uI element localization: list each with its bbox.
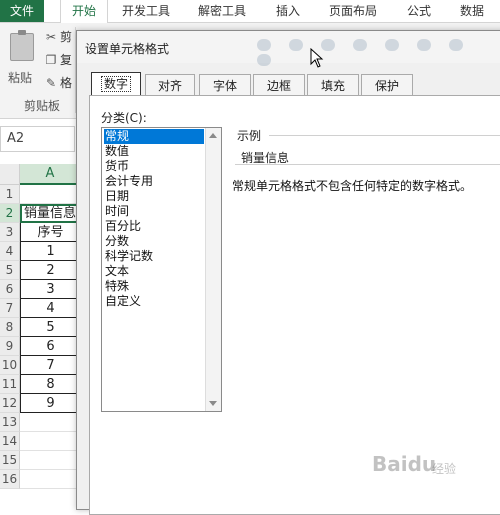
- cut-button[interactable]: ✂ 剪: [44, 28, 72, 46]
- paste-button[interactable]: 粘贴: [4, 29, 38, 97]
- cell-a3[interactable]: 序号: [20, 223, 80, 242]
- tab-font[interactable]: 字体: [199, 74, 251, 96]
- tab-protection[interactable]: 保护: [361, 74, 413, 96]
- category-item[interactable]: 百分比: [104, 219, 142, 234]
- cut-label: 剪: [60, 30, 73, 44]
- row-header[interactable]: 3: [0, 223, 20, 242]
- category-item[interactable]: 日期: [104, 189, 130, 204]
- row-header[interactable]: 7: [0, 299, 20, 318]
- paste-label: 粘贴: [8, 71, 33, 85]
- category-item[interactable]: 分数: [104, 234, 130, 249]
- format-cells-dialog: 设置单元格格式 数字 对齐 字体 边框 填充 保护 分类(C): 常规 数值 货…: [76, 30, 500, 515]
- category-label: 分类(C):: [101, 111, 147, 125]
- sheet-grid: A 1 2 3 4 5 6 7 8 9 10 11 12 13 14 15 16…: [0, 164, 80, 500]
- name-box[interactable]: A2: [0, 126, 75, 152]
- tab-number-label: 数字: [100, 76, 132, 92]
- row-header[interactable]: 5: [0, 261, 20, 280]
- cell-a8[interactable]: 5: [20, 318, 80, 337]
- cell-a5[interactable]: 2: [20, 261, 80, 280]
- cell-a9[interactable]: 6: [20, 337, 80, 356]
- column-header-a[interactable]: A: [20, 164, 80, 185]
- row-header[interactable]: 13: [0, 413, 20, 432]
- scroll-down-arrow-icon[interactable]: [209, 401, 217, 406]
- category-item[interactable]: 数值: [104, 144, 130, 159]
- tab-number[interactable]: 数字: [91, 72, 141, 97]
- row-header[interactable]: 11: [0, 375, 20, 394]
- category-listbox[interactable]: 常规 数值 货币 会计专用 日期 时间 百分比 分数 科学记数 文本 特殊 自定…: [101, 127, 222, 412]
- tab-page-layout[interactable]: 页面布局: [320, 0, 386, 22]
- scissors-icon: ✂: [45, 30, 57, 44]
- dialog-title-bar[interactable]: 设置单元格格式: [77, 31, 500, 66]
- name-box-value: A2: [7, 131, 25, 146]
- category-item[interactable]: 文本: [104, 264, 130, 279]
- row-header[interactable]: 6: [0, 280, 20, 299]
- tab-formulas[interactable]: 公式: [398, 0, 440, 22]
- brush-icon: ✎: [45, 76, 57, 90]
- row-header[interactable]: 14: [0, 432, 20, 451]
- cell-a13[interactable]: [20, 413, 80, 432]
- category-item[interactable]: 科学记数: [104, 249, 154, 264]
- format-description: 常规单元格格式不包含任何特定的数字格式。: [232, 179, 473, 193]
- category-item[interactable]: 货币: [104, 159, 130, 174]
- cell-a16[interactable]: [20, 470, 80, 489]
- cell-a10[interactable]: 7: [20, 356, 80, 375]
- cell-a7[interactable]: 4: [20, 299, 80, 318]
- copy-icon: ❐: [45, 53, 57, 67]
- row-header[interactable]: 2: [0, 204, 20, 223]
- mouse-cursor-icon: [310, 48, 324, 68]
- row-header[interactable]: 15: [0, 451, 20, 470]
- tab-insert[interactable]: 插入: [268, 0, 308, 22]
- tab-fill[interactable]: 填充: [307, 74, 359, 96]
- category-scrollbar[interactable]: [205, 128, 221, 411]
- tab-border[interactable]: 边框: [253, 74, 305, 96]
- category-item[interactable]: 时间: [104, 204, 130, 219]
- tab-decrypt[interactable]: 解密工具: [190, 0, 254, 22]
- sample-label: 示例: [237, 129, 262, 143]
- copy-button[interactable]: ❐ 复: [44, 51, 72, 69]
- row-header[interactable]: 12: [0, 394, 20, 413]
- baidu-watermark-sub: 经验: [432, 462, 457, 476]
- tab-home[interactable]: 开始: [60, 0, 108, 23]
- row-header[interactable]: 9: [0, 337, 20, 356]
- category-item-general[interactable]: 常规: [104, 129, 204, 144]
- category-item[interactable]: 会计专用: [104, 174, 154, 189]
- ribbon-tab-bar: 文件 开始 开发工具 解密工具 插入 页面布局 公式 数据: [0, 0, 500, 23]
- category-item[interactable]: 自定义: [104, 294, 142, 309]
- cell-a6[interactable]: 3: [20, 280, 80, 299]
- tab-file[interactable]: 文件: [0, 0, 44, 22]
- category-item[interactable]: 特殊: [104, 279, 130, 294]
- cell-a4[interactable]: 1: [20, 242, 80, 261]
- row-header[interactable]: 8: [0, 318, 20, 337]
- format-painter-button[interactable]: ✎ 格: [44, 74, 72, 92]
- clipboard-group-label: 剪贴板: [24, 99, 61, 113]
- cell-a1[interactable]: [20, 185, 80, 204]
- select-all-corner[interactable]: [0, 164, 20, 185]
- tab-developer[interactable]: 开发工具: [114, 0, 178, 22]
- cell-a15[interactable]: [20, 451, 80, 470]
- sample-divider: [269, 135, 500, 136]
- copy-label: 复: [60, 53, 73, 67]
- row-header[interactable]: 16: [0, 470, 20, 489]
- baidu-watermark: Baidu: [372, 452, 437, 476]
- row-header[interactable]: 10: [0, 356, 20, 375]
- row-header[interactable]: 1: [0, 185, 20, 204]
- format-painter-label: 格: [60, 76, 73, 90]
- cell-a11[interactable]: 8: [20, 375, 80, 394]
- cell-a2[interactable]: 销量信息: [20, 204, 80, 223]
- tab-data[interactable]: 数据: [452, 0, 492, 22]
- scroll-up-arrow-icon[interactable]: [209, 133, 217, 138]
- clipboard-icon: [10, 30, 34, 61]
- tab-alignment[interactable]: 对齐: [145, 74, 195, 96]
- dialog-title: 设置单元格格式: [85, 42, 170, 56]
- blurred-toolbar-icons: [257, 39, 497, 66]
- cell-a12[interactable]: 9: [20, 394, 80, 413]
- cell-a14[interactable]: [20, 432, 80, 451]
- sample-value: 销量信息: [241, 151, 290, 165]
- row-header[interactable]: 4: [0, 242, 20, 261]
